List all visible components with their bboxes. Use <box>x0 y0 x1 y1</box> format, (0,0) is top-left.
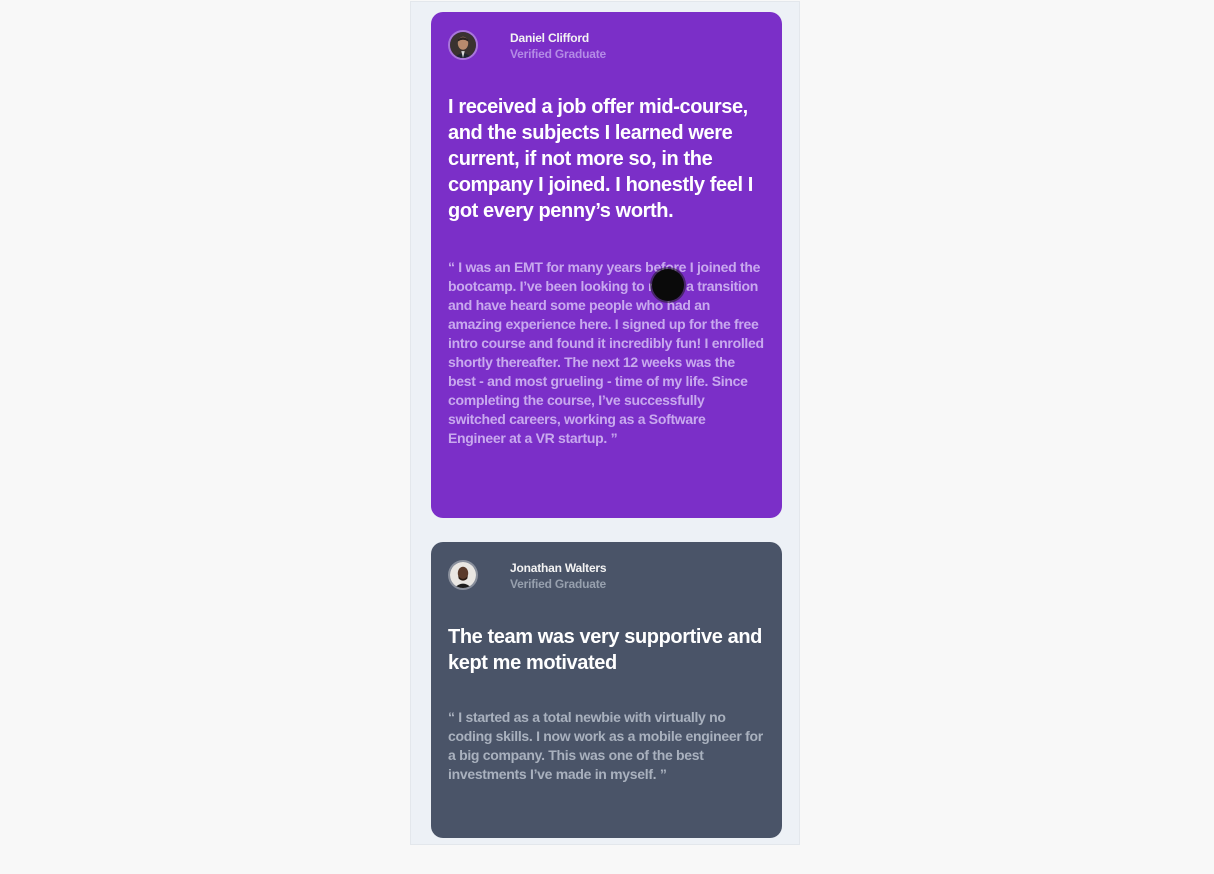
testimonial-quote: “ I started as a total newbie with virtu… <box>448 709 763 782</box>
testimonial-card-daniel: Daniel Clifford Verified Graduate I rece… <box>431 12 782 518</box>
author-name: Jonathan Walters <box>510 561 607 575</box>
author-name: Daniel Clifford <box>510 31 590 45</box>
author-role: Verified Graduate <box>510 577 606 591</box>
testimonial-card-jonathan: Jonathan Walters Verified Graduate The t… <box>431 542 782 838</box>
author-block: Jonathan Walters Verified Graduate <box>448 542 765 610</box>
avatar <box>448 30 478 60</box>
avatar <box>448 560 478 590</box>
testimonials-column: Daniel Clifford Verified Graduate I rece… <box>410 1 800 845</box>
testimonial-quote: “ I was an EMT for many years before I j… <box>448 259 764 446</box>
avatar-photo-icon <box>450 32 476 58</box>
author-block: Daniel Clifford Verified Graduate <box>448 12 765 80</box>
avatar-photo-icon <box>450 562 476 588</box>
testimonial-headline: The team was very supportive and kept me… <box>448 626 762 674</box>
testimonial-headline: I received a job offer mid-course, and t… <box>448 96 753 222</box>
author-role: Verified Graduate <box>510 47 606 61</box>
